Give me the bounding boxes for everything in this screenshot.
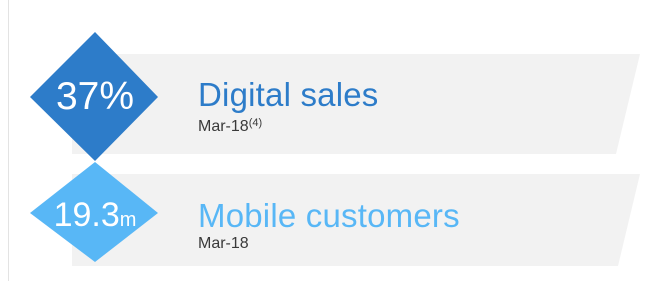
digital-sales-card: Digital sales Mar-18(4) xyxy=(198,77,379,137)
digital-sales-value: 37% xyxy=(55,75,135,118)
mobile-customers-card: Mobile customers Mar-18 xyxy=(198,198,460,254)
mobile-customers-title: Mobile customers xyxy=(198,197,460,234)
mobile-customers-value: 19.3m xyxy=(53,196,137,234)
digital-sales-title: Digital sales xyxy=(198,76,379,113)
metrics-panel: 37% 19.3m Digital sales Mar-18(4) Mobile… xyxy=(0,0,662,281)
mobile-customers-unit: m xyxy=(119,209,137,231)
digital-sales-date: Mar-18(4) xyxy=(198,117,263,135)
mobile-customers-date: Mar-18 xyxy=(198,235,249,252)
digital-sales-footnote: (4) xyxy=(248,117,263,129)
